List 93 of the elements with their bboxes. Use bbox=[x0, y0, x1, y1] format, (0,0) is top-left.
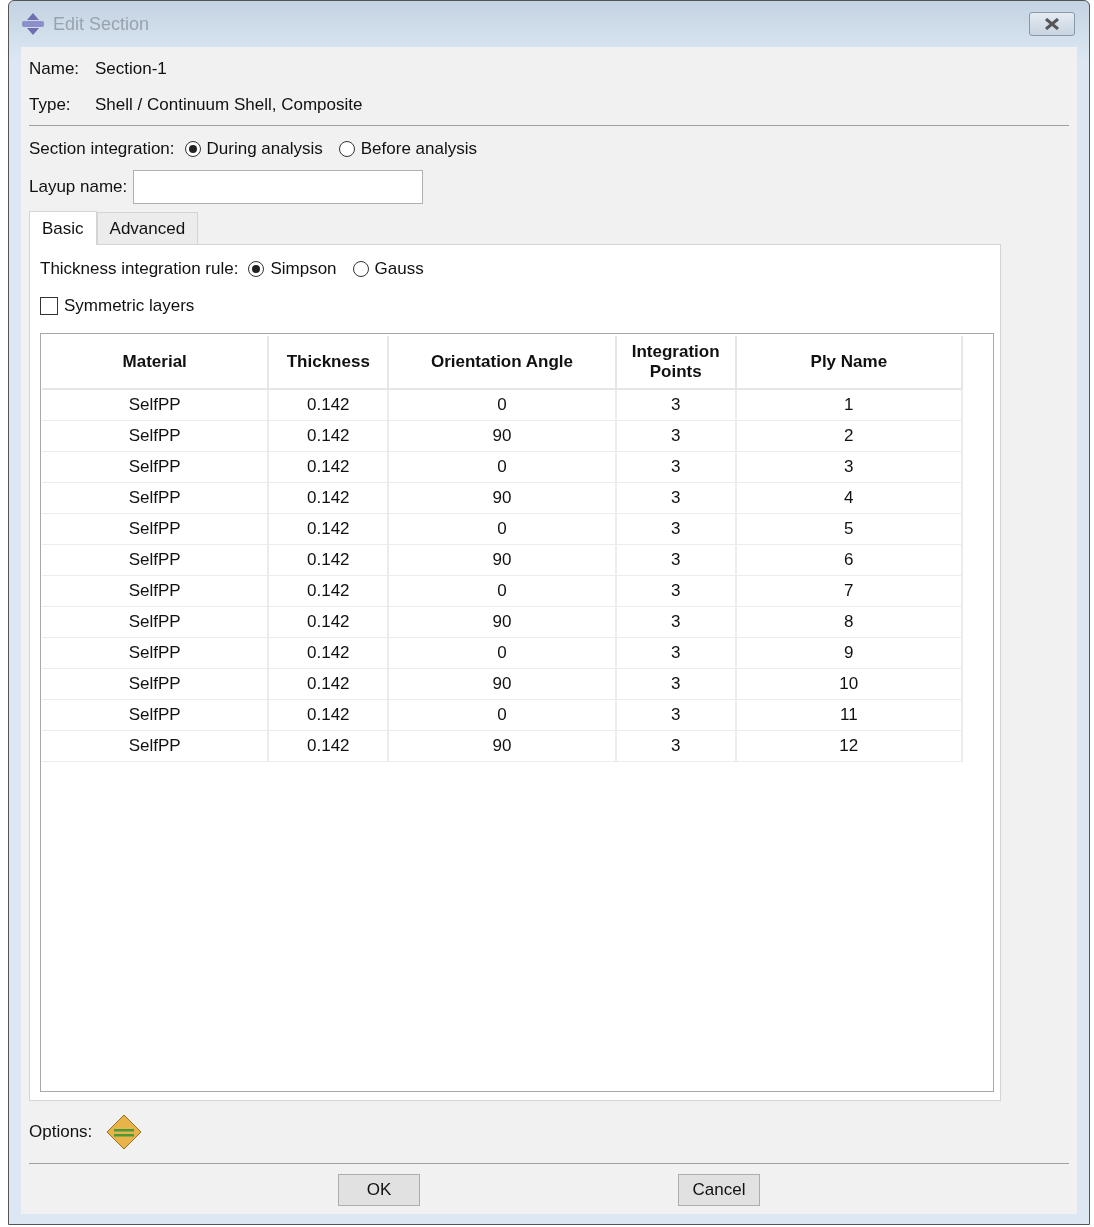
radio-label: During analysis bbox=[206, 139, 323, 159]
table-cell: 5 bbox=[735, 513, 962, 545]
table-cell: 90 bbox=[388, 420, 616, 452]
table-cell: 3 bbox=[615, 699, 736, 731]
table-cell: SelfPP bbox=[42, 668, 269, 700]
table-cell: 3 bbox=[615, 668, 736, 700]
table-cell: SelfPP bbox=[42, 544, 269, 576]
table-cell: SelfPP bbox=[42, 513, 269, 545]
table-cell: 3 bbox=[615, 544, 736, 576]
column-header[interactable]: Ply Name bbox=[735, 336, 962, 389]
layup-name-label: Layup name: bbox=[29, 177, 128, 197]
table-cell: 0.142 bbox=[268, 389, 389, 421]
close-icon bbox=[1044, 18, 1060, 30]
table-cell: 3 bbox=[615, 637, 736, 669]
table-cell: 3 bbox=[615, 575, 736, 607]
column-header[interactable]: Material bbox=[42, 336, 269, 389]
table-cell: 0.142 bbox=[268, 482, 389, 514]
table-cell: 3 bbox=[615, 482, 736, 514]
radio-button[interactable] bbox=[248, 261, 265, 277]
window-title: Edit Section bbox=[53, 13, 151, 35]
table-cell: 11 bbox=[735, 699, 962, 731]
table-cell: 0.142 bbox=[268, 699, 389, 731]
table-cell: 90 bbox=[388, 668, 616, 700]
layers-icon[interactable] bbox=[106, 1114, 143, 1150]
radio-button[interactable] bbox=[352, 261, 369, 277]
table-cell: 0 bbox=[388, 699, 616, 731]
table-cell: 0 bbox=[388, 389, 616, 421]
radio-label: Before analysis bbox=[360, 139, 477, 159]
radio-button[interactable] bbox=[338, 141, 355, 157]
table-cell: 7 bbox=[735, 575, 962, 607]
table-cell: 4 bbox=[735, 482, 962, 514]
ok-button[interactable]: OK bbox=[338, 1174, 420, 1206]
table-cell: 12 bbox=[735, 730, 962, 762]
cancel-button[interactable]: Cancel bbox=[678, 1174, 760, 1206]
table-cell: 90 bbox=[388, 482, 616, 514]
tab[interactable]: Basic bbox=[29, 211, 97, 245]
table-cell: 6 bbox=[735, 544, 962, 576]
checkbox[interactable] bbox=[40, 297, 58, 315]
radio-button[interactable] bbox=[184, 141, 201, 157]
table-cell: 3 bbox=[615, 513, 736, 545]
table-cell: 3 bbox=[615, 451, 736, 483]
table-cell: 0.142 bbox=[268, 544, 389, 576]
table-cell: 3 bbox=[615, 420, 736, 452]
table-cell: 0.142 bbox=[268, 420, 389, 452]
table-cell: 0 bbox=[388, 637, 616, 669]
table-cell: 0.142 bbox=[268, 730, 389, 762]
radio-label: Simpson bbox=[270, 259, 337, 279]
table-cell: 0 bbox=[388, 513, 616, 545]
layup-name-field[interactable] bbox=[133, 170, 424, 204]
table-cell: 2 bbox=[735, 420, 962, 452]
table-cell: SelfPP bbox=[42, 482, 269, 514]
table-cell: 3 bbox=[615, 730, 736, 762]
table-cell: 0 bbox=[388, 575, 616, 607]
tab[interactable]: Advanced bbox=[96, 212, 199, 244]
radio-label: Gauss bbox=[374, 259, 424, 279]
close-button[interactable] bbox=[1029, 12, 1075, 36]
table-cell: SelfPP bbox=[42, 575, 269, 607]
section-integration-label: Section integration: bbox=[29, 139, 175, 159]
options-label: Options: bbox=[29, 1122, 93, 1142]
table-cell: SelfPP bbox=[42, 699, 269, 731]
table-cell: 1 bbox=[735, 389, 962, 421]
column-header[interactable]: Orientation Angle bbox=[388, 336, 616, 389]
table-cell: 0.142 bbox=[268, 606, 389, 638]
table-cell: SelfPP bbox=[42, 637, 269, 669]
table-cell: SelfPP bbox=[42, 606, 269, 638]
type-value: Shell / Continuum Shell, Composite bbox=[95, 95, 363, 115]
name-label: Name: bbox=[29, 59, 81, 79]
table-cell: 0.142 bbox=[268, 668, 389, 700]
thickness-rule-label: Thickness integration rule: bbox=[40, 259, 239, 279]
table-cell: 10 bbox=[735, 668, 962, 700]
table-cell: 0.142 bbox=[268, 637, 389, 669]
table-cell: 3 bbox=[735, 451, 962, 483]
app-icon bbox=[21, 12, 45, 36]
table-cell: 90 bbox=[388, 730, 616, 762]
table-cell: 90 bbox=[388, 544, 616, 576]
table-cell: SelfPP bbox=[42, 389, 269, 421]
name-value: Section-1 bbox=[95, 59, 167, 79]
table-cell: 8 bbox=[735, 606, 962, 638]
table-cell: 0.142 bbox=[268, 575, 389, 607]
column-header[interactable]: Thickness bbox=[268, 336, 389, 389]
table-cell: SelfPP bbox=[42, 451, 269, 483]
table-cell: 9 bbox=[735, 637, 962, 669]
table-cell: SelfPP bbox=[42, 420, 269, 452]
type-label: Type: bbox=[29, 95, 72, 115]
table-cell: 3 bbox=[615, 389, 736, 421]
table-cell: SelfPP bbox=[42, 730, 269, 762]
checkbox-label: Symmetric layers bbox=[64, 296, 195, 316]
table-cell: 0.142 bbox=[268, 451, 389, 483]
column-header[interactable]: Integration Points bbox=[615, 336, 736, 389]
table-cell: 3 bbox=[615, 606, 736, 638]
table-cell: 0.142 bbox=[268, 513, 389, 545]
table-cell: 0 bbox=[388, 451, 616, 483]
table-cell: 90 bbox=[388, 606, 616, 638]
